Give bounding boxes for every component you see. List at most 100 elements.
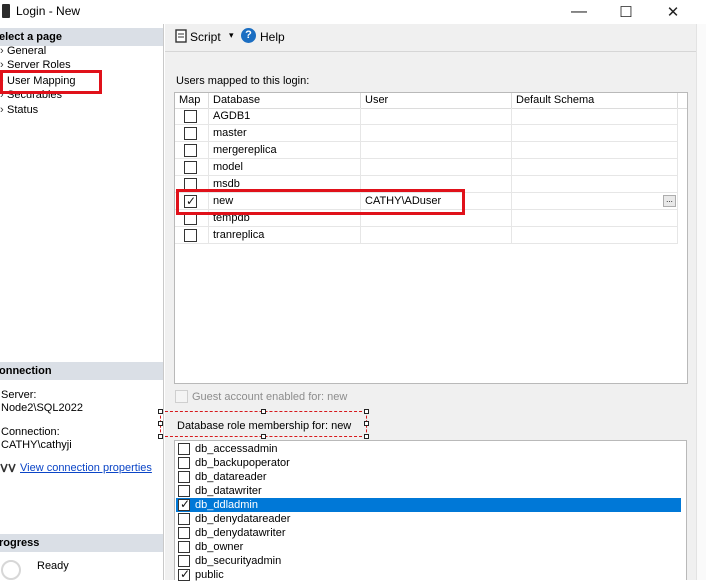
- default-schema-cell[interactable]: [512, 159, 678, 176]
- connection-label: Connection:: [1, 426, 60, 438]
- user-cell[interactable]: [361, 227, 512, 244]
- role-item[interactable]: db_denydatareader: [176, 512, 681, 526]
- resize-handle[interactable]: [364, 409, 369, 414]
- database-cell[interactable]: AGDB1: [209, 108, 361, 125]
- role-name: db_denydatawriter: [195, 527, 286, 539]
- resize-handle[interactable]: [158, 421, 163, 426]
- table-row[interactable]: mergereplica: [175, 142, 678, 159]
- server-label: Server:: [1, 389, 37, 401]
- page-arrow-icon: ›: [0, 45, 4, 57]
- default-schema-cell[interactable]: [512, 176, 678, 193]
- close-button[interactable]: ✕: [650, 0, 696, 24]
- minimize-button[interactable]: —: [556, 0, 602, 24]
- role-checkbox[interactable]: [178, 485, 190, 497]
- chevron-down-icon[interactable]: ▾: [229, 30, 234, 41]
- role-item[interactable]: db_backupoperator: [176, 456, 681, 470]
- page-item-general[interactable]: › General: [0, 44, 46, 58]
- database-cell[interactable]: tranreplica: [209, 227, 361, 244]
- script-button[interactable]: Script: [190, 30, 221, 44]
- default-schema-cell[interactable]: [512, 108, 678, 125]
- help-button[interactable]: Help: [260, 30, 285, 44]
- table-row[interactable]: master: [175, 125, 678, 142]
- map-cell: [175, 142, 209, 159]
- role-checkbox[interactable]: [178, 497, 190, 511]
- role-item[interactable]: db_owner: [176, 540, 681, 554]
- role-membership-caption: Database role membership for: new: [177, 420, 352, 432]
- guest-account-checkbox[interactable]: [175, 390, 188, 403]
- role-name: db_securityadmin: [195, 555, 282, 567]
- role-item[interactable]: db_accessadmin: [176, 442, 681, 456]
- default-schema-cell[interactable]: [512, 125, 678, 142]
- role-checkbox[interactable]: [178, 555, 190, 567]
- users-rows: AGDB1mastermergereplicamodelmsdbnewCATHY…: [175, 108, 687, 248]
- schema-browse-button[interactable]: ...: [663, 195, 676, 207]
- role-item[interactable]: db_ddladmin: [176, 497, 681, 512]
- role-membership-list: db_accessadmin db_backupoperator db_datare…: [174, 440, 687, 581]
- app-icon: [2, 4, 10, 18]
- role-name: db_datawriter: [195, 485, 262, 497]
- map-checkbox[interactable]: [184, 110, 197, 123]
- user-cell[interactable]: [361, 125, 512, 142]
- database-cell[interactable]: master: [209, 125, 361, 142]
- resize-handle[interactable]: [158, 409, 163, 414]
- database-cell[interactable]: model: [209, 159, 361, 176]
- role-item[interactable]: db_datareader: [176, 470, 681, 484]
- role-checkbox[interactable]: [178, 513, 190, 525]
- connection-value: CATHY\cathyji: [1, 439, 72, 451]
- maximize-button[interactable]: ☐: [603, 0, 649, 24]
- role-checkbox[interactable]: [178, 541, 190, 553]
- role-checkbox[interactable]: [178, 443, 190, 455]
- user-cell[interactable]: [361, 108, 512, 125]
- column-header-map[interactable]: Map: [175, 93, 209, 109]
- map-cell: [175, 159, 209, 176]
- default-schema-cell[interactable]: [512, 210, 678, 227]
- column-header-database[interactable]: Database: [209, 93, 361, 109]
- resize-handle[interactable]: [364, 421, 369, 426]
- role-checkbox[interactable]: [178, 471, 190, 483]
- guest-account-label: Guest account enabled for: new: [192, 391, 348, 403]
- connection-header: onnection: [0, 362, 163, 380]
- column-header-filler: [678, 93, 687, 109]
- script-icon: [174, 29, 188, 47]
- role-checkbox[interactable]: [178, 457, 190, 469]
- role-checkbox[interactable]: [178, 567, 190, 581]
- progress-status: Ready: [37, 560, 69, 572]
- map-checkbox[interactable]: [184, 127, 197, 140]
- table-row[interactable]: AGDB1: [175, 108, 678, 125]
- database-cell[interactable]: mergereplica: [209, 142, 361, 159]
- map-cell: [175, 125, 209, 142]
- role-name: db_ddladmin: [195, 499, 258, 511]
- toolbar: Script ▾ ? Help: [165, 24, 696, 52]
- map-checkbox[interactable]: [184, 144, 197, 157]
- connection-icon: [0, 462, 16, 477]
- map-cell: [175, 108, 209, 125]
- resize-handle[interactable]: [261, 409, 266, 414]
- user-cell[interactable]: [361, 159, 512, 176]
- role-item[interactable]: db_denydatawriter: [176, 526, 681, 540]
- user-cell[interactable]: [361, 142, 512, 159]
- column-header-default-schema[interactable]: Default Schema: [512, 93, 678, 109]
- role-name: db_accessadmin: [195, 443, 278, 455]
- role-item[interactable]: db_datawriter: [176, 484, 681, 498]
- role-name: db_backupoperator: [195, 457, 290, 469]
- resize-handle[interactable]: [261, 434, 266, 439]
- progress-header: rogress: [0, 534, 163, 552]
- resize-handle[interactable]: [158, 434, 163, 439]
- map-checkbox[interactable]: [184, 229, 197, 242]
- server-value: Node2\SQL2022: [1, 402, 83, 414]
- table-row[interactable]: model: [175, 159, 678, 176]
- highlight-user-mapping: [0, 70, 102, 94]
- role-item[interactable]: db_securityadmin: [176, 554, 681, 568]
- view-connection-properties-link[interactable]: View connection properties: [20, 462, 152, 474]
- default-schema-cell[interactable]: [512, 193, 678, 210]
- role-name: db_datareader: [195, 471, 267, 483]
- highlight-new-row: [176, 189, 465, 215]
- column-header-user[interactable]: User: [361, 93, 512, 109]
- resize-handle[interactable]: [364, 434, 369, 439]
- default-schema-cell[interactable]: [512, 227, 678, 244]
- role-checkbox[interactable]: [178, 527, 190, 539]
- table-row[interactable]: tranreplica: [175, 227, 678, 244]
- page-item-status[interactable]: › Status: [0, 103, 38, 117]
- default-schema-cell[interactable]: [512, 142, 678, 159]
- map-checkbox[interactable]: [184, 161, 197, 174]
